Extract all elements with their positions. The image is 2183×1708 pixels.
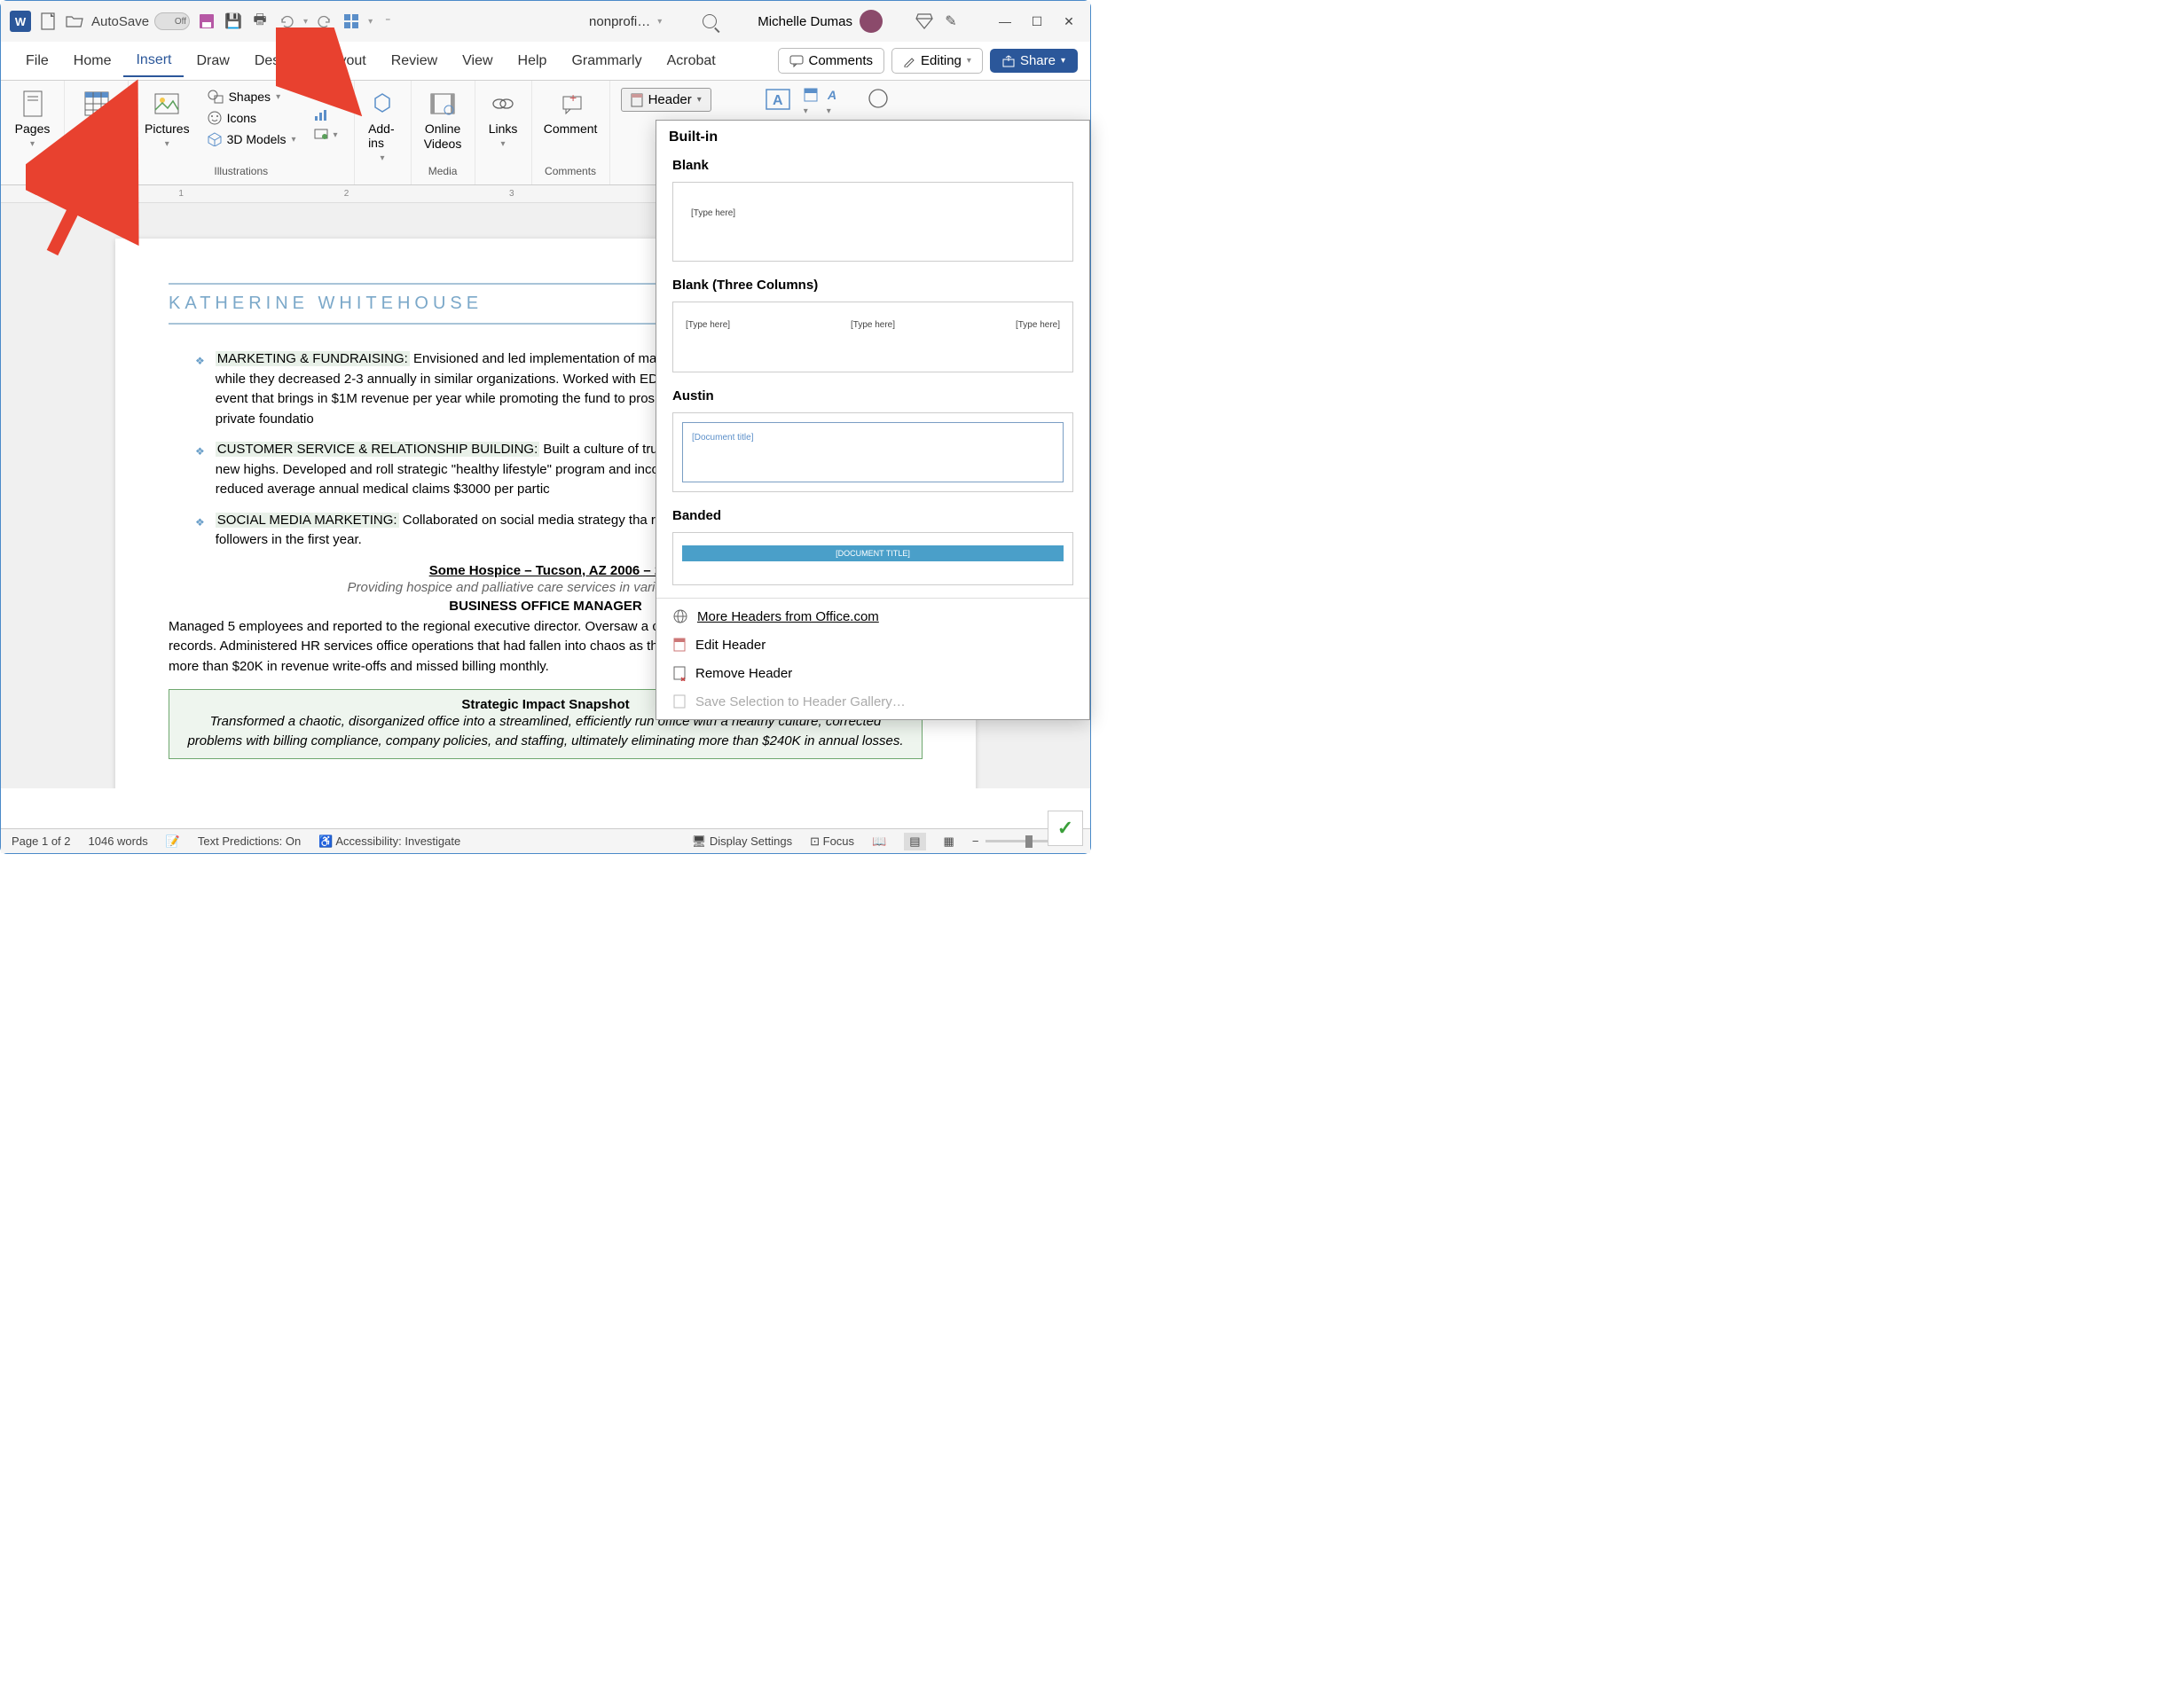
menu-draw[interactable]: Draw (184, 46, 241, 76)
annotation-arrow-icon (26, 67, 141, 262)
read-mode-icon[interactable]: 📖 (872, 834, 886, 849)
diamond-bullet-icon: ❖ (195, 353, 205, 429)
spelling-icon[interactable]: 📝 (166, 834, 180, 849)
diamond-premium-icon[interactable] (915, 12, 934, 31)
save-selection-item: Save Selection to Header Gallery… (656, 687, 1089, 716)
picture-icon (153, 92, 180, 115)
save-icon[interactable] (197, 12, 216, 31)
autosave-label: AutoSave (91, 14, 149, 29)
maximize-button[interactable]: ☐ (1025, 9, 1049, 34)
document-name[interactable]: nonprofi… (589, 14, 650, 29)
more-headers-item[interactable]: More Headers from Office.com (656, 602, 1089, 631)
menu-grammarly[interactable]: Grammarly (559, 46, 654, 76)
austin-label: Austin (656, 385, 1089, 407)
share-button[interactable]: Share ▾ (990, 49, 1078, 73)
svg-text:+: + (569, 93, 577, 105)
link-icon (491, 95, 515, 113)
close-button[interactable]: ✕ (1056, 9, 1081, 34)
svg-text:A: A (827, 88, 836, 102)
header-option-banded[interactable]: [DOCUMENT TITLE] (672, 532, 1073, 585)
edit-header-icon (672, 637, 687, 653)
proofing-check-icon[interactable]: ✓ (1048, 811, 1083, 846)
text-box-icon[interactable]: A (765, 88, 791, 111)
video-icon (429, 92, 456, 115)
edit-header-item[interactable]: Edit Header (656, 631, 1089, 659)
word-count[interactable]: 1046 words (89, 834, 148, 848)
diamond-bullet-icon: ❖ (195, 443, 205, 500)
new-comment-icon: + (557, 93, 584, 114)
header-option-blank[interactable]: [Type here] (672, 182, 1073, 262)
remove-header-icon (672, 665, 687, 681)
autosave-toggle[interactable]: AutoSave Off (91, 12, 190, 30)
comment-bubble-icon (789, 55, 804, 67)
icons-icon (208, 111, 222, 125)
save-gallery-icon (672, 693, 687, 709)
links-button[interactable]: Links ▾ (482, 86, 525, 153)
doc-header-name: KATHERINE WHITEHOUSE (169, 294, 483, 314)
svg-text:A: A (773, 93, 783, 108)
menu-acrobat[interactable]: Acrobat (655, 46, 728, 76)
header-option-austin[interactable]: [Document title] (672, 412, 1073, 492)
annotation-arrow-icon (276, 27, 365, 120)
accessibility-status[interactable]: ♿ Accessibility: Investigate (318, 834, 460, 849)
web-layout-icon[interactable]: ▦ (944, 834, 954, 849)
pictures-button[interactable]: Pictures ▾ (137, 86, 197, 163)
addins-icon (370, 91, 395, 116)
comments-button[interactable]: Comments (778, 48, 885, 74)
focus-mode[interactable]: ⊡ Focus (810, 834, 854, 849)
ribbon: Pages ▾ Tables ▾ Tables Pictures ▾ Shape… (1, 81, 1090, 185)
search-icon[interactable] (703, 14, 717, 28)
header-option-blank-three[interactable]: [Type here] [Type here] [Type here] (672, 302, 1073, 372)
status-bar: Page 1 of 2 1046 words 📝 Text Prediction… (1, 828, 1090, 853)
quick-parts-icon[interactable]: ▾ (804, 88, 818, 118)
3d-models-button[interactable]: 3D Models▾ (204, 130, 300, 148)
diamond-bullet-icon: ❖ (195, 514, 205, 551)
globe-icon (672, 608, 688, 624)
share-icon (1002, 55, 1015, 67)
screenshot-icon (314, 129, 328, 141)
text-predictions[interactable]: Text Predictions: On (198, 834, 301, 848)
illustrations-label: Illustrations (214, 163, 268, 179)
pen-sparkle-icon[interactable]: ✎ (941, 12, 961, 31)
print-layout-icon[interactable]: ▤ (904, 833, 925, 850)
page-status[interactable]: Page 1 of 2 (12, 834, 71, 848)
minimize-button[interactable]: — (993, 9, 1017, 34)
screenshot-button[interactable]: ▾ (310, 127, 342, 143)
new-doc-icon[interactable] (38, 12, 58, 31)
title-bar: W AutoSave Off 💾 🖶 ▾ ▾ ⁼ nonprofi… ▾ Mic… (1, 1, 1090, 42)
cube-icon (208, 132, 222, 146)
user-account[interactable]: Michelle Dumas (758, 10, 883, 33)
comment-button[interactable]: + Comment (537, 86, 605, 139)
online-videos-button[interactable]: Online Videos (417, 86, 469, 155)
pencil-icon (903, 55, 915, 67)
header-page-icon (631, 93, 643, 107)
banded-label: Banded (656, 505, 1089, 527)
menu-help[interactable]: Help (506, 46, 560, 76)
header-button[interactable]: Header ▾ (621, 88, 711, 112)
wordart-icon[interactable]: A ▾ (827, 88, 841, 118)
comments-group-label: Comments (545, 163, 596, 179)
builtin-label: Built-in (656, 121, 1089, 154)
remove-header-item[interactable]: Remove Header (656, 659, 1089, 687)
header-dropdown: Built-in Blank [Type here] Blank (Three … (656, 120, 1090, 720)
blank-three-label: Blank (Three Columns) (656, 274, 1089, 296)
menu-view[interactable]: View (450, 46, 505, 76)
menu-review[interactable]: Review (379, 46, 450, 76)
print-icon[interactable]: 🖶 (250, 12, 270, 31)
display-settings[interactable]: 🖥 Display Settings (692, 834, 792, 849)
menu-bar: File Home Insert Draw Design Layout Revi… (1, 42, 1090, 81)
editing-mode-button[interactable]: Editing ▾ (891, 48, 983, 74)
word-app-icon: W (10, 11, 31, 32)
open-folder-icon[interactable] (65, 12, 84, 31)
symbol-icon[interactable] (868, 88, 889, 109)
shapes-icon (208, 90, 224, 104)
addins-button[interactable]: Add-ins ▾ (361, 86, 404, 167)
save-as-icon[interactable]: 💾 (224, 12, 243, 31)
user-avatar-icon (860, 10, 883, 33)
blank-label: Blank (656, 154, 1089, 176)
media-label: Media (428, 163, 458, 179)
